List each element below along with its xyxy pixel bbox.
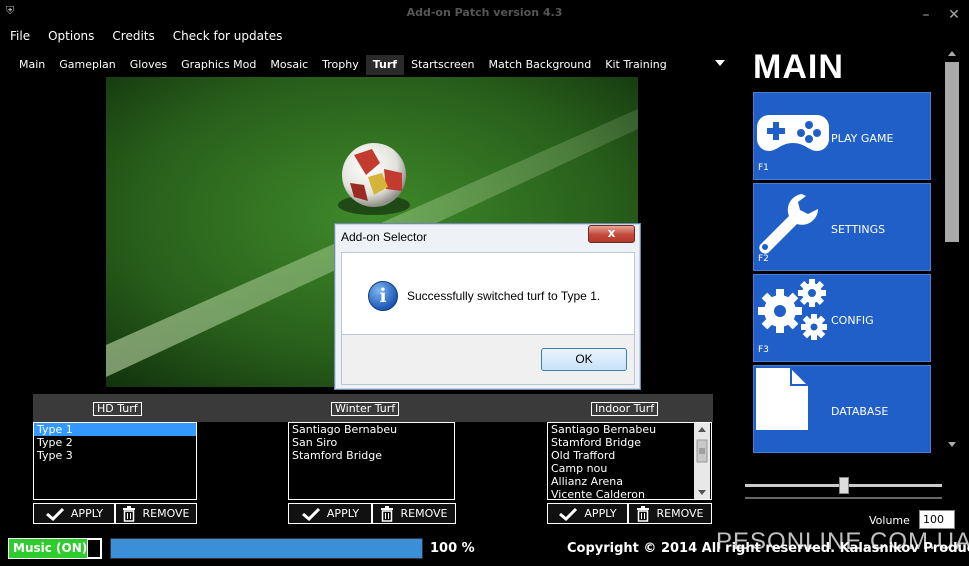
- volume-slider-thumb[interactable]: [838, 477, 849, 494]
- addon-selector-dialog: Add-on Selector x i Successfully switche…: [334, 223, 641, 390]
- tab-main[interactable]: Main: [12, 55, 52, 75]
- trash-icon: [637, 505, 650, 522]
- list-item[interactable]: Stamford Bridge: [289, 449, 454, 462]
- indoor-remove-button[interactable]: REMOVE: [628, 503, 712, 524]
- settings-tile[interactable]: SETTINGS F2: [753, 183, 931, 271]
- winter-turf-list[interactable]: Santiago Bernabeu San Siro Stamford Brid…: [288, 422, 455, 500]
- close-button[interactable]: ✕: [944, 6, 964, 24]
- trash-icon: [381, 505, 394, 522]
- minimize-button[interactable]: –: [916, 6, 936, 24]
- progress-fill: [111, 539, 422, 558]
- list-item[interactable]: Type 1: [34, 423, 196, 436]
- list-item[interactable]: Type 3: [34, 449, 196, 462]
- ok-button[interactable]: OK: [541, 348, 627, 371]
- info-icon: i: [368, 281, 398, 311]
- menu-file[interactable]: File: [10, 29, 30, 45]
- turf-lists-header: HD Turf Winter Turf Indoor Turf: [33, 394, 713, 422]
- list-item[interactable]: Stamford Bridge: [548, 436, 711, 449]
- menu-check-updates[interactable]: Check for updates: [173, 29, 283, 45]
- settings-label: SETTINGS: [831, 223, 886, 236]
- menu-bar: File Options Credits Check for updates: [10, 29, 282, 45]
- hd-turf-list[interactable]: Type 1 Type 2 Type 3: [33, 422, 197, 500]
- music-toggle-knob[interactable]: [87, 539, 101, 558]
- winter-turf-label: Winter Turf: [331, 402, 400, 416]
- checkmark-icon: [301, 507, 320, 521]
- tab-gameplan[interactable]: Gameplan: [52, 55, 123, 75]
- list-item[interactable]: Allianz Arena: [548, 475, 711, 488]
- checkmark-icon: [45, 507, 64, 521]
- title-bar: ⛨ Add-on Patch version 4.3 – ✕: [0, 0, 969, 26]
- list-item[interactable]: Santiago Bernabeu: [548, 423, 711, 436]
- indoor-turf-label: Indoor Turf: [591, 402, 659, 416]
- tab-mosaic[interactable]: Mosaic: [263, 55, 315, 75]
- list-item[interactable]: Vicente Calderon: [548, 488, 711, 499]
- tab-startscreen[interactable]: Startscreen: [404, 55, 481, 75]
- winter-turf-buttons: APPLY REMOVE: [288, 503, 456, 524]
- tab-match-background[interactable]: Match Background: [482, 55, 599, 75]
- tab-trophy[interactable]: Trophy: [315, 55, 366, 75]
- list-item[interactable]: San Siro: [289, 436, 454, 449]
- volume-slider-base: [745, 497, 942, 499]
- trash-icon: [123, 505, 136, 522]
- indoor-turf-list[interactable]: Santiago Bernabeu Stamford Bridge Old Tr…: [547, 422, 712, 500]
- apply-label: APPLY: [70, 507, 104, 520]
- tab-turf[interactable]: Turf: [365, 55, 405, 75]
- dialog-close-button[interactable]: x: [588, 225, 635, 243]
- sidebar-title: MAIN: [753, 48, 844, 86]
- tab-strip: Main Gameplan Gloves Graphics Mod Mosaic…: [12, 55, 674, 75]
- config-tile[interactable]: CONFIG F3: [753, 274, 931, 362]
- dialog-body: i Successfully switched turf to Type 1.: [341, 252, 635, 335]
- volume-label: Volume: [869, 514, 910, 527]
- tab-graphics-mod[interactable]: Graphics Mod: [174, 55, 263, 75]
- hd-apply-button[interactable]: APPLY: [33, 503, 115, 524]
- menu-options[interactable]: Options: [48, 29, 94, 45]
- indoor-apply-button[interactable]: APPLY: [547, 503, 628, 524]
- dialog-message: Successfully switched turf to Type 1.: [407, 289, 601, 303]
- database-label: DATABASE: [831, 405, 889, 418]
- winter-remove-button[interactable]: REMOVE: [372, 503, 456, 524]
- document-icon: [756, 368, 808, 430]
- dialog-title: Add-on Selector: [341, 230, 428, 244]
- config-shortcut: F3: [758, 345, 769, 355]
- list-item[interactable]: Santiago Bernabeu: [289, 423, 454, 436]
- gamepad-icon: [757, 115, 829, 151]
- volume-input[interactable]: 100: [919, 510, 955, 529]
- dialog-footer: OK: [341, 335, 635, 385]
- apply-label: APPLY: [326, 507, 360, 520]
- remove-label: REMOVE: [142, 507, 190, 520]
- remove-label: REMOVE: [400, 507, 448, 520]
- config-label: CONFIG: [831, 314, 874, 327]
- play-game-shortcut: F1: [758, 163, 769, 173]
- apply-label: APPLY: [584, 507, 617, 520]
- tab-gloves[interactable]: Gloves: [123, 55, 174, 75]
- tabs-dropdown-arrow-icon[interactable]: [714, 58, 726, 68]
- hd-remove-button[interactable]: REMOVE: [115, 503, 197, 524]
- remove-label: REMOVE: [656, 507, 704, 520]
- progress-percent: 100 %: [430, 541, 475, 556]
- play-game-tile[interactable]: PLAY GAME F1: [753, 92, 931, 180]
- watermark: PESONLINE.COM.UA: [716, 528, 969, 555]
- checkmark-icon: [559, 507, 578, 521]
- list-item[interactable]: Old Trafford: [548, 449, 711, 462]
- database-tile[interactable]: DATABASE: [753, 365, 931, 453]
- sidebar-scrollbar-thumb[interactable]: [945, 62, 959, 242]
- indoor-list-scrollbar[interactable]: [694, 423, 710, 499]
- hd-turf-label: HD Turf: [93, 402, 142, 416]
- gears-icon: [758, 279, 827, 340]
- settings-shortcut: F2: [758, 254, 769, 264]
- list-item[interactable]: Camp nou: [548, 462, 711, 475]
- indoor-turf-buttons: APPLY REMOVE: [547, 503, 712, 524]
- window-title: Add-on Patch version 4.3: [406, 6, 563, 19]
- list-item[interactable]: Type 2: [34, 436, 196, 449]
- progress-bar: [110, 538, 423, 559]
- wrench-icon: [759, 194, 818, 254]
- tab-kit-training[interactable]: Kit Training: [598, 55, 673, 75]
- winter-apply-button[interactable]: APPLY: [288, 503, 372, 524]
- play-game-label: PLAY GAME: [831, 132, 894, 145]
- menu-credits[interactable]: Credits: [112, 29, 154, 45]
- hd-turf-buttons: APPLY REMOVE: [33, 503, 197, 524]
